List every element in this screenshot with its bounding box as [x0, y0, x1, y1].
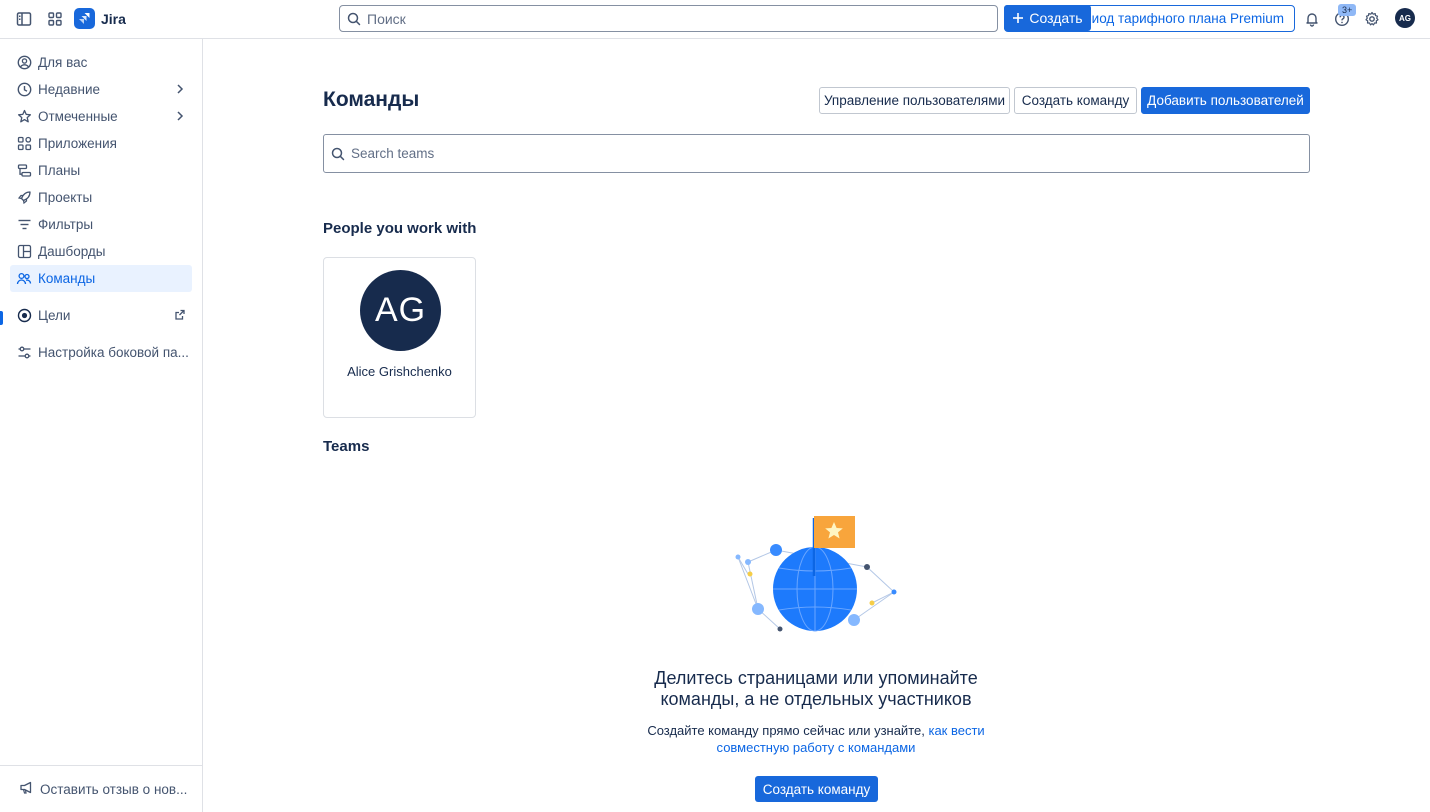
top-navigation-bar: Jira Поиск ериод тарифного плана Premium…: [0, 0, 1430, 39]
sidebar-item-teams[interactable]: Команды: [10, 265, 192, 292]
rocket-icon: [16, 190, 32, 206]
goal-icon: [16, 308, 32, 324]
sidebar-item-label: Дашборды: [38, 244, 106, 259]
help-badge: 3+: [1338, 4, 1357, 16]
sidebar-item-label: Команды: [38, 271, 96, 286]
sidebar-item-label: Недавние: [38, 82, 101, 97]
filter-icon: [16, 217, 32, 233]
app-name: Jira: [101, 10, 126, 27]
sidebar-item-filters[interactable]: Фильтры: [10, 211, 192, 238]
apps-icon: [16, 136, 32, 152]
sidebar-item-label: Цели: [38, 308, 71, 323]
sidebar-item-label: Проекты: [38, 190, 93, 205]
chevron-right-icon[interactable]: [174, 109, 186, 126]
search-icon: [331, 147, 345, 160]
premium-label: ериод тарифного плана Premium: [1076, 11, 1284, 26]
user-circle-icon: [16, 55, 32, 71]
sidebar: Для вас Недавние Отмеченные Приложения П…: [0, 39, 203, 812]
sidebar-item-recent[interactable]: Недавние: [10, 76, 192, 103]
person-avatar: AG: [360, 270, 441, 351]
people-section-title: People you work with: [323, 220, 477, 237]
feedback-button[interactable]: Оставить отзыв о нов...: [0, 765, 202, 812]
customize-icon: [16, 345, 32, 361]
settings-gear-icon[interactable]: [1362, 9, 1382, 29]
create-label: Создать: [1029, 10, 1083, 26]
app-switcher-icon[interactable]: [45, 9, 65, 29]
plus-icon: [1013, 13, 1024, 23]
teams-section-title: Teams: [323, 438, 370, 455]
jira-logo-icon: [74, 8, 95, 29]
sidebar-item-dashboards[interactable]: Дашборды: [10, 238, 192, 265]
sidebar-item-plans[interactable]: Планы: [10, 157, 192, 184]
person-name: Alice Grishchenko: [347, 364, 452, 379]
notifications-icon[interactable]: [1302, 9, 1322, 29]
sidebar-item-label: Планы: [38, 163, 81, 178]
teams-search-input[interactable]: Search teams: [323, 134, 1310, 173]
person-card[interactable]: AG Alice Grishchenko: [323, 257, 476, 418]
sidebar-item-label: Фильтры: [38, 217, 94, 232]
external-link-icon[interactable]: [174, 308, 186, 325]
sidebar-item-label: Настройка боковой па...: [38, 345, 189, 360]
create-button[interactable]: Создать: [1004, 5, 1091, 31]
manage-users-button[interactable]: Управление пользователями: [819, 87, 1010, 114]
add-users-button[interactable]: Добавить пользователей: [1141, 87, 1310, 114]
sidebar-item-label: Приложения: [38, 136, 117, 151]
search-placeholder: Search teams: [351, 146, 435, 161]
clock-icon: [16, 82, 32, 98]
sidebar-item-label: Для вас: [38, 55, 88, 70]
megaphone-icon: [19, 780, 34, 798]
people-icon: [16, 271, 32, 287]
sidebar-item-starred[interactable]: Отмеченные: [10, 103, 192, 130]
jira-logo[interactable]: Jira: [74, 8, 126, 29]
sidebar-item-label: Отмеченные: [38, 109, 118, 124]
global-search-input[interactable]: Поиск: [339, 5, 998, 32]
active-indicator: [0, 311, 3, 325]
search-icon: [347, 12, 361, 25]
sidebar-toggle-icon[interactable]: [14, 9, 34, 29]
sidebar-item-for-you[interactable]: Для вас: [10, 49, 192, 76]
user-avatar[interactable]: AG: [1395, 8, 1415, 28]
chevron-right-icon[interactable]: [174, 82, 186, 99]
create-team-button[interactable]: Создать команду: [1014, 87, 1137, 114]
sidebar-item-goals[interactable]: Цели: [10, 302, 192, 329]
page-title: Команды: [323, 88, 420, 111]
star-icon: [16, 109, 32, 125]
sidebar-item-projects[interactable]: Проекты: [10, 184, 192, 211]
empty-state-description: Создайте команду прямо сейчас или узнайт…: [641, 722, 991, 756]
feedback-label: Оставить отзыв о нов...: [40, 781, 188, 797]
search-placeholder: Поиск: [367, 10, 406, 27]
dashboard-icon: [16, 244, 32, 260]
sidebar-item-customize[interactable]: Настройка боковой па...: [10, 339, 192, 366]
sidebar-item-apps[interactable]: Приложения: [10, 130, 192, 157]
empty-state-create-team-button[interactable]: Создать команду: [755, 776, 878, 802]
empty-state-text: Создайте команду прямо сейчас или узнайт…: [647, 723, 929, 738]
globe-flag-illustration: [730, 512, 905, 640]
plans-icon: [16, 163, 32, 179]
empty-state-title: Делитесь страницами или упоминайте коман…: [654, 668, 978, 709]
